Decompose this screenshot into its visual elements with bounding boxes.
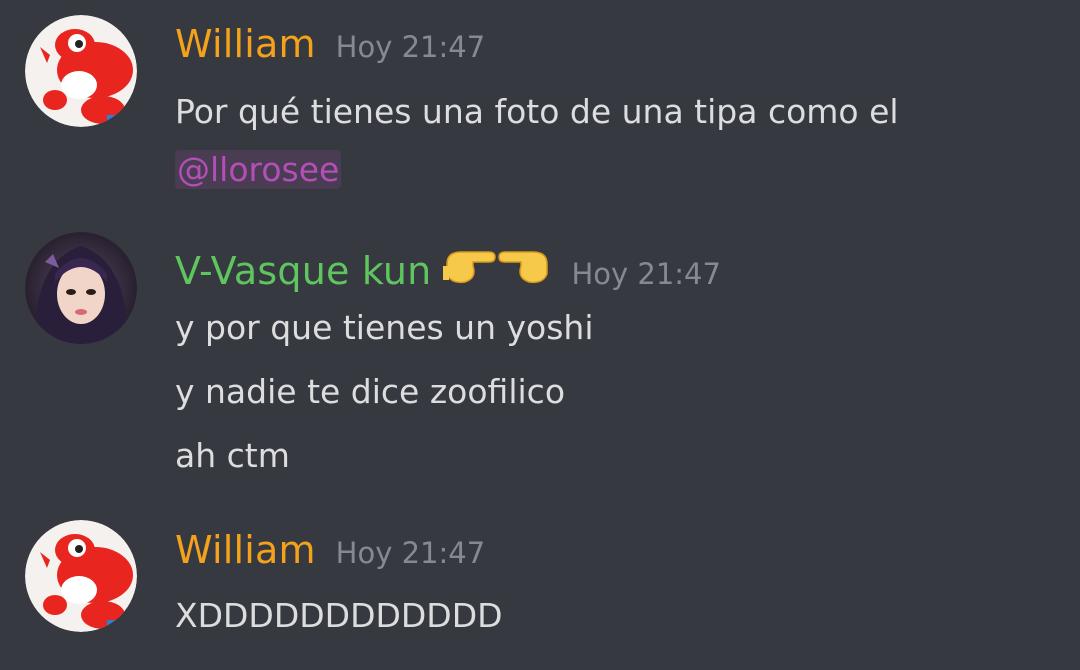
message-line-mention: @llorosee — [175, 150, 342, 189]
timestamp: Hoy 21:47 — [335, 30, 486, 64]
avatar-william[interactable] — [25, 520, 137, 632]
timestamp: Hoy 21:47 — [571, 257, 721, 291]
author-name[interactable]: William — [175, 22, 316, 66]
yoshi-avatar-icon — [25, 15, 137, 127]
chat-messages: William Hoy 21:47 Por qué tienes una fot… — [0, 0, 1080, 670]
message-text: y nadie te dice zoofilico — [175, 372, 566, 411]
author-name[interactable]: V-Vasque kun — [175, 249, 431, 293]
girl-photo-avatar-icon — [25, 232, 137, 344]
yoshi-avatar-icon — [25, 520, 137, 632]
user-mention[interactable]: @llorosee — [175, 150, 342, 189]
author-name[interactable]: William — [175, 528, 316, 572]
message-text: ah ctm — [175, 436, 290, 475]
avatar-william[interactable] — [25, 15, 137, 127]
pointing-hands-emoji-icon — [443, 244, 551, 292]
timestamp: Hoy 21:47 — [335, 536, 486, 570]
message-text: Por qué tienes una foto de una tipa como… — [175, 92, 899, 131]
message-text: XDDDDDDDDDDDD — [175, 596, 503, 635]
message-text: y por que tienes un yoshi — [175, 308, 594, 347]
avatar-v-vasque-kun[interactable] — [25, 232, 137, 344]
